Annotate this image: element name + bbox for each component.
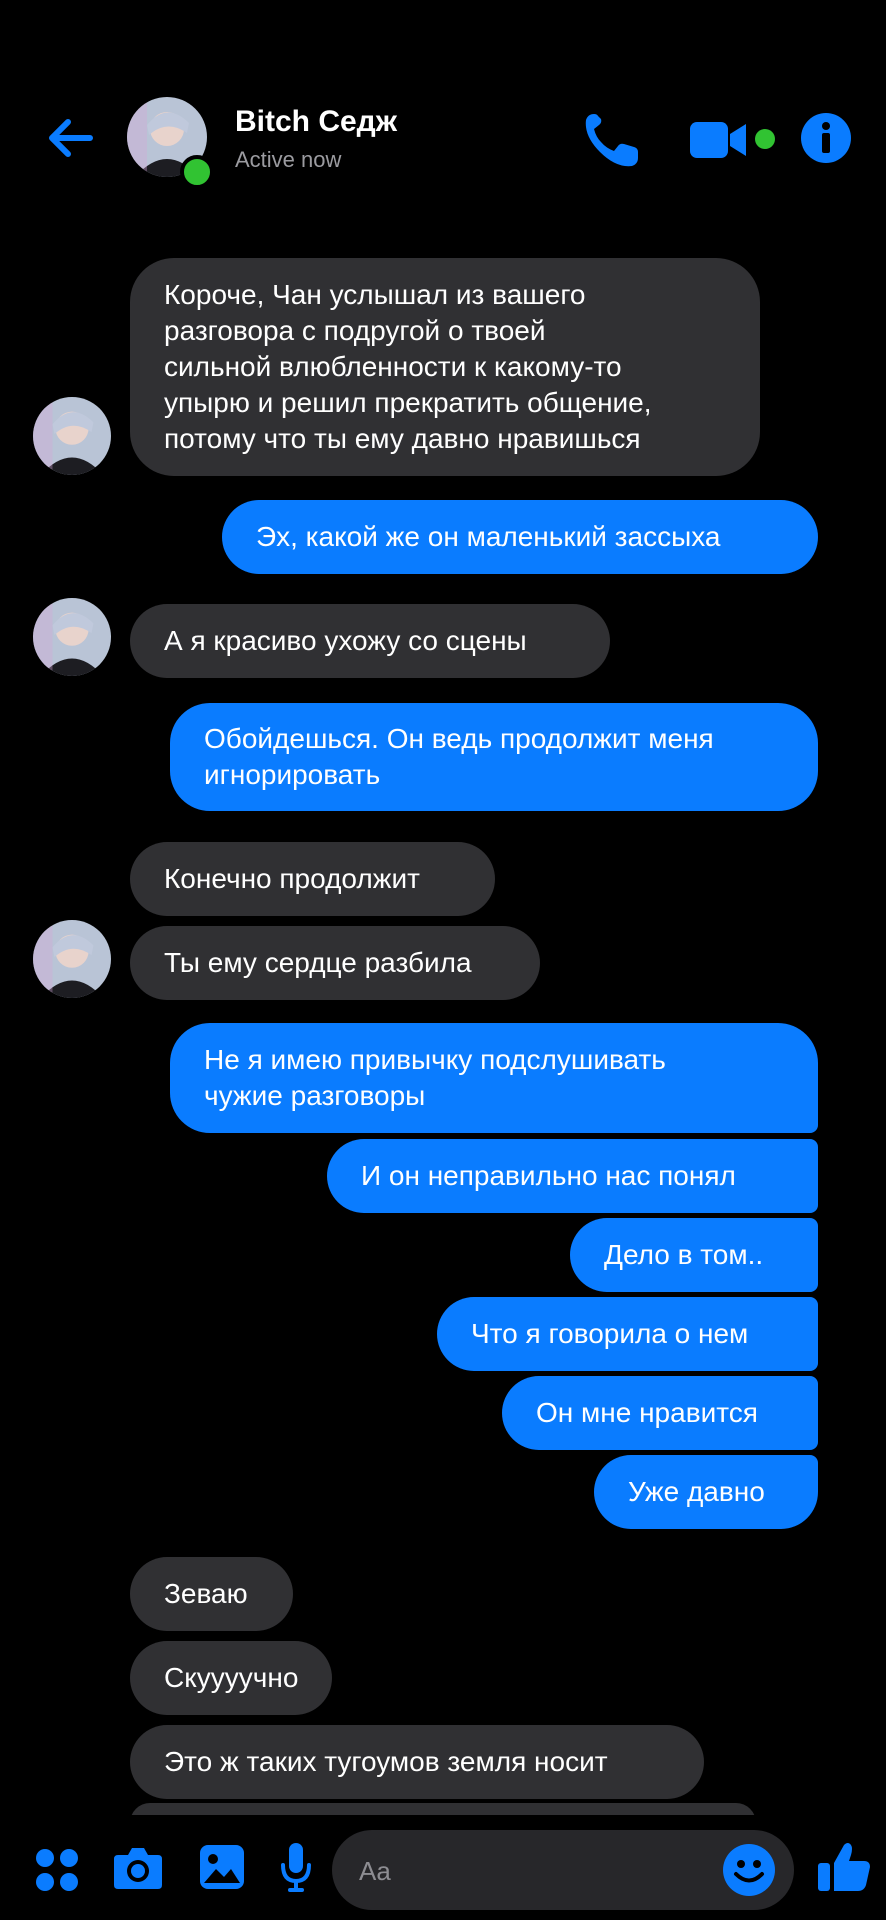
sender-avatar[interactable] <box>33 598 111 676</box>
gallery-icon[interactable] <box>198 1843 246 1891</box>
sender-avatar[interactable] <box>33 920 111 998</box>
message-incoming[interactable]: А я красиво ухожу со сцены <box>130 604 610 678</box>
message-outgoing[interactable]: Не я имею привычку подслушивать чужие ра… <box>170 1023 818 1133</box>
message-outgoing[interactable]: Уже давно <box>594 1455 818 1529</box>
message-incoming[interactable]: Конечно продолжит <box>130 842 495 916</box>
sender-avatar[interactable] <box>33 397 111 475</box>
message-incoming[interactable]: Ты ему сердце разбила <box>130 926 540 1000</box>
message-outgoing[interactable]: Он мне нравится <box>502 1376 818 1450</box>
contact-name[interactable]: Bitch Седж <box>235 105 397 139</box>
message-incoming[interactable]: Короче, Чан услышал из вашего разговора … <box>130 258 760 476</box>
online-indicator <box>180 155 214 189</box>
message-outgoing[interactable]: Эх, какой же он маленький зассыха <box>222 500 818 574</box>
thumbs-up-icon[interactable] <box>816 1839 872 1895</box>
message-input-pill[interactable] <box>332 1830 794 1912</box>
message-input[interactable] <box>357 1830 691 1912</box>
back-arrow-icon[interactable] <box>40 108 100 168</box>
message-outgoing[interactable]: Что я говорила о нем <box>437 1297 818 1371</box>
message-outgoing[interactable]: И он неправильно нас понял <box>327 1139 818 1213</box>
message-incoming[interactable]: Это ж таких тугоумов земля носит <box>130 1725 704 1799</box>
message-outgoing[interactable]: Обойдешься. Он ведь продолжит меня игнор… <box>170 703 818 811</box>
composer-bar <box>0 1815 886 1920</box>
camera-icon[interactable] <box>112 1845 164 1891</box>
video-camera-icon[interactable] <box>688 118 748 162</box>
message-incoming[interactable]: Зеваю <box>130 1557 293 1631</box>
microphone-icon[interactable] <box>280 1841 312 1893</box>
message-outgoing[interactable]: Дело в том.. <box>570 1218 818 1292</box>
emoji-icon[interactable] <box>722 1843 776 1897</box>
apps-grid-icon[interactable] <box>34 1847 80 1893</box>
active-status: Active now <box>235 147 342 172</box>
video-active-dot <box>755 129 775 149</box>
phone-icon[interactable] <box>580 110 642 170</box>
message-incoming[interactable]: Скуууучно <box>130 1641 332 1715</box>
info-icon[interactable] <box>800 112 852 164</box>
chat-header: Bitch Седж Active now <box>0 0 886 230</box>
